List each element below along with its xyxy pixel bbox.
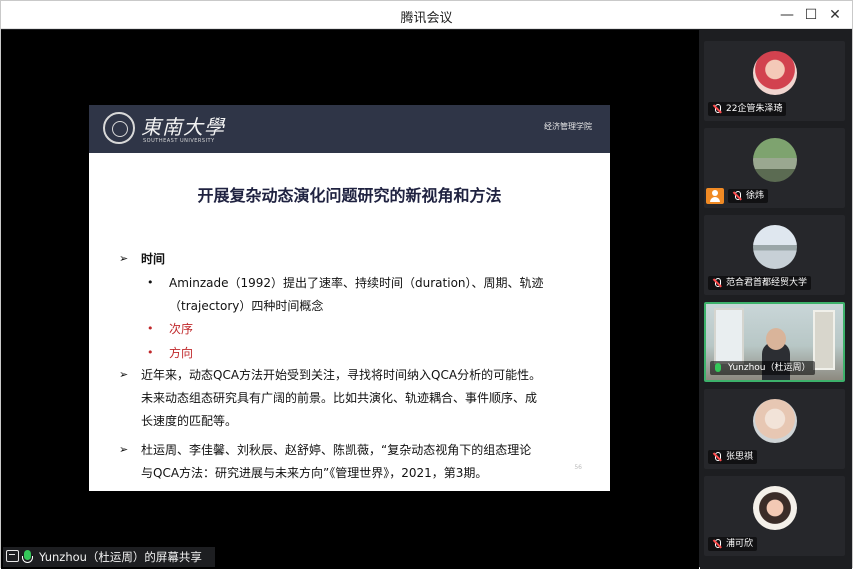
host-user-icon: [706, 188, 724, 204]
university-seal-icon: [103, 112, 135, 144]
slide-line: 与QCA方法：研究进展与未来方向”《管理世界》，2021，第3期。: [141, 466, 488, 480]
participant-name: Yunzhou（杜运周）: [710, 361, 815, 375]
microphone-muted-icon: [712, 539, 722, 549]
slide-line: 长速度的匹配等。: [141, 414, 238, 428]
university-logo-subtext: SOUTHEAST UNIVERSITY: [143, 138, 215, 144]
screen-share-icon: [6, 550, 19, 562]
avatar: [752, 399, 797, 443]
shared-screen-area[interactable]: 東南大學 SOUTHEAST UNIVERSITY 经济管理学院 开展复杂动态演…: [1, 30, 699, 569]
slide-line: 时间: [141, 252, 166, 266]
slide-line: 近年来，动态QCA方法开始受到关注，寻找将时间纳入QCA分析的可能性。: [141, 368, 542, 382]
participant-tile[interactable]: 张思祺: [704, 389, 845, 469]
dot-bullet-icon: •: [147, 322, 154, 335]
participant-name: 张思祺: [708, 450, 758, 464]
microphone-muted-icon: [712, 452, 722, 462]
dot-bullet-icon: •: [147, 346, 154, 359]
participant-tile[interactable]: 浦可欣: [704, 476, 845, 556]
participant-tile[interactable]: 徐炜: [704, 128, 845, 208]
participant-video-panel: 22企管朱泽琦 徐炜 范合君首都经贸大学 Yunzhou（杜运周） 张思祺 浦可…: [700, 30, 852, 569]
window-title: 腾讯会议: [400, 11, 453, 26]
maximize-button[interactable]: ☐: [799, 4, 823, 26]
microphone-muted-icon: [712, 104, 722, 114]
screen-share-label: Yunzhou（杜运周）的屏幕共享: [39, 550, 202, 564]
participant-tile[interactable]: 22企管朱泽琦: [704, 41, 845, 121]
participant-name: 浦可欣: [708, 537, 758, 551]
slide-line: （trajectory）四种时间概念: [169, 299, 324, 313]
participant-name: 徐炜: [728, 189, 769, 203]
microphone-on-icon: [22, 550, 33, 563]
arrow-bullet-icon: ➢: [119, 443, 129, 456]
slide-line: Aminzade（1992）提出了速率、持续时间（duration）、周期、轨迹: [169, 276, 544, 290]
participant-name: 范合君首都经贸大学: [708, 276, 812, 290]
tencent-meeting-window: 腾讯会议 — ☐ ✕ 東南大學 SOUTHEAST UNIVERSITY 经济管…: [0, 0, 853, 569]
participant-name: 22企管朱泽琦: [708, 102, 787, 116]
slide-page-number: 56: [574, 464, 582, 471]
school-name: 经济管理学院: [544, 122, 592, 131]
arrow-bullet-icon: ➢: [119, 252, 129, 265]
presentation-slide: 東南大學 SOUTHEAST UNIVERSITY 经济管理学院 开展复杂动态演…: [89, 105, 610, 491]
slide-title: 开展复杂动态演化问题研究的新视角和方法: [197, 186, 502, 205]
participant-tile-active-speaker[interactable]: Yunzhou（杜运周）: [704, 302, 845, 382]
slide-line: 方向: [169, 346, 194, 360]
screen-share-status[interactable]: Yunzhou（杜运周）的屏幕共享: [3, 547, 215, 567]
arrow-bullet-icon: ➢: [119, 368, 129, 381]
dot-bullet-icon: •: [147, 276, 154, 289]
avatar: [752, 486, 797, 530]
slide-line: 未来动态组态研究具有广阔的前景。比如共演化、轨迹耦合、事件顺序、成: [141, 391, 538, 405]
slide-line: 杜运周、李佳馨、刘秋辰、赵舒婷、陈凯薇，“复杂动态视角下的组态理论: [141, 443, 532, 457]
participant-tile[interactable]: 范合君首都经贸大学: [704, 215, 845, 295]
slide-line: 次序: [169, 322, 194, 336]
close-button[interactable]: ✕: [823, 4, 847, 26]
university-logo-text: 東南大學: [141, 115, 225, 139]
slide-header: 東南大學 SOUTHEAST UNIVERSITY 经济管理学院: [89, 105, 610, 153]
microphone-muted-icon: [712, 278, 722, 288]
avatar: [752, 138, 797, 182]
avatar: [752, 225, 797, 269]
minimize-button[interactable]: —: [775, 4, 799, 26]
avatar: [752, 51, 797, 95]
microphone-muted-icon: [732, 191, 742, 201]
microphone-on-icon: [715, 363, 721, 372]
title-bar: 腾讯会议 — ☐ ✕: [1, 1, 852, 29]
